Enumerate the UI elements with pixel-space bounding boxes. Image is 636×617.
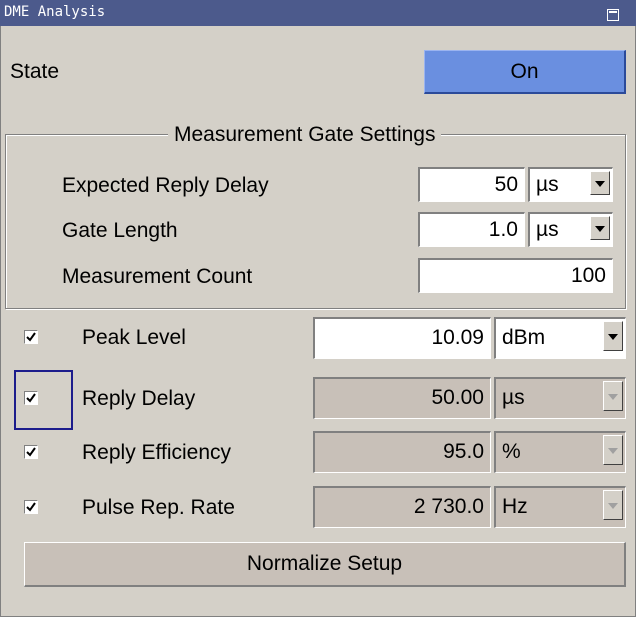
reply-delay-checkbox[interactable]	[24, 391, 38, 405]
gate-length-unit: µs	[536, 218, 559, 241]
reply-efficiency-checkbox[interactable]	[24, 445, 38, 459]
peak-level-unit-select[interactable]: dBm	[494, 317, 626, 359]
gate-length-input[interactable]: 1.0	[418, 212, 525, 247]
measurement-gate-title: Measurement Gate Settings	[168, 122, 442, 148]
measurement-count-label: Measurement Count	[62, 265, 253, 288]
reply-delay-label: Reply Delay	[82, 387, 196, 410]
chevron-down-icon[interactable]	[590, 216, 610, 240]
checkmark-icon	[26, 332, 36, 342]
expected-reply-delay-label: Expected Reply Delay	[62, 174, 269, 197]
pulse-rep-rate-label: Pulse Rep. Rate	[82, 496, 235, 519]
normalize-setup-button[interactable]: Normalize Setup	[24, 542, 626, 587]
reply-efficiency-value: 95.0	[313, 431, 491, 473]
peak-level-value[interactable]: 10.09	[313, 317, 491, 359]
state-label: State	[10, 60, 60, 83]
peak-level-label: Peak Level	[82, 326, 186, 349]
state-toggle-button[interactable]: On	[424, 50, 626, 94]
checkmark-icon	[26, 447, 36, 457]
gate-length-label: Gate Length	[62, 219, 178, 242]
measurement-count-input[interactable]: 100	[418, 258, 613, 293]
reply-efficiency-unit-select: %	[494, 431, 626, 473]
expected-reply-delay-unit-select[interactable]: µs	[528, 167, 613, 202]
peak-level-unit: dBm	[502, 326, 546, 349]
chevron-down-icon[interactable]	[603, 321, 623, 351]
reply-delay-value: 50.00	[313, 377, 491, 419]
chevron-down-icon	[603, 435, 623, 465]
chevron-down-icon[interactable]	[590, 171, 610, 195]
reply-efficiency-unit: %	[502, 440, 521, 463]
reply-delay-unit-select: µs	[494, 377, 626, 419]
pulse-rep-rate-unit: Hz	[502, 495, 528, 518]
checkmark-icon	[26, 393, 36, 403]
window-controls-icon[interactable]	[607, 5, 621, 21]
reply-delay-unit: µs	[502, 386, 525, 409]
pulse-rep-rate-unit-select: Hz	[494, 486, 626, 528]
reply-efficiency-label: Reply Efficiency	[82, 441, 232, 464]
peak-level-checkbox[interactable]	[24, 330, 38, 344]
pulse-rep-rate-checkbox[interactable]	[24, 500, 38, 514]
chevron-down-icon	[603, 490, 623, 520]
focus-indicator	[14, 370, 73, 430]
gate-length-unit-select[interactable]: µs	[528, 212, 613, 247]
expected-reply-delay-input[interactable]: 50	[418, 167, 525, 202]
pulse-rep-rate-value: 2 730.0	[313, 486, 491, 528]
checkmark-icon	[26, 502, 36, 512]
expected-reply-delay-unit: µs	[536, 173, 559, 196]
window-title: DME Analysis	[4, 4, 106, 20]
chevron-down-icon	[603, 381, 623, 411]
